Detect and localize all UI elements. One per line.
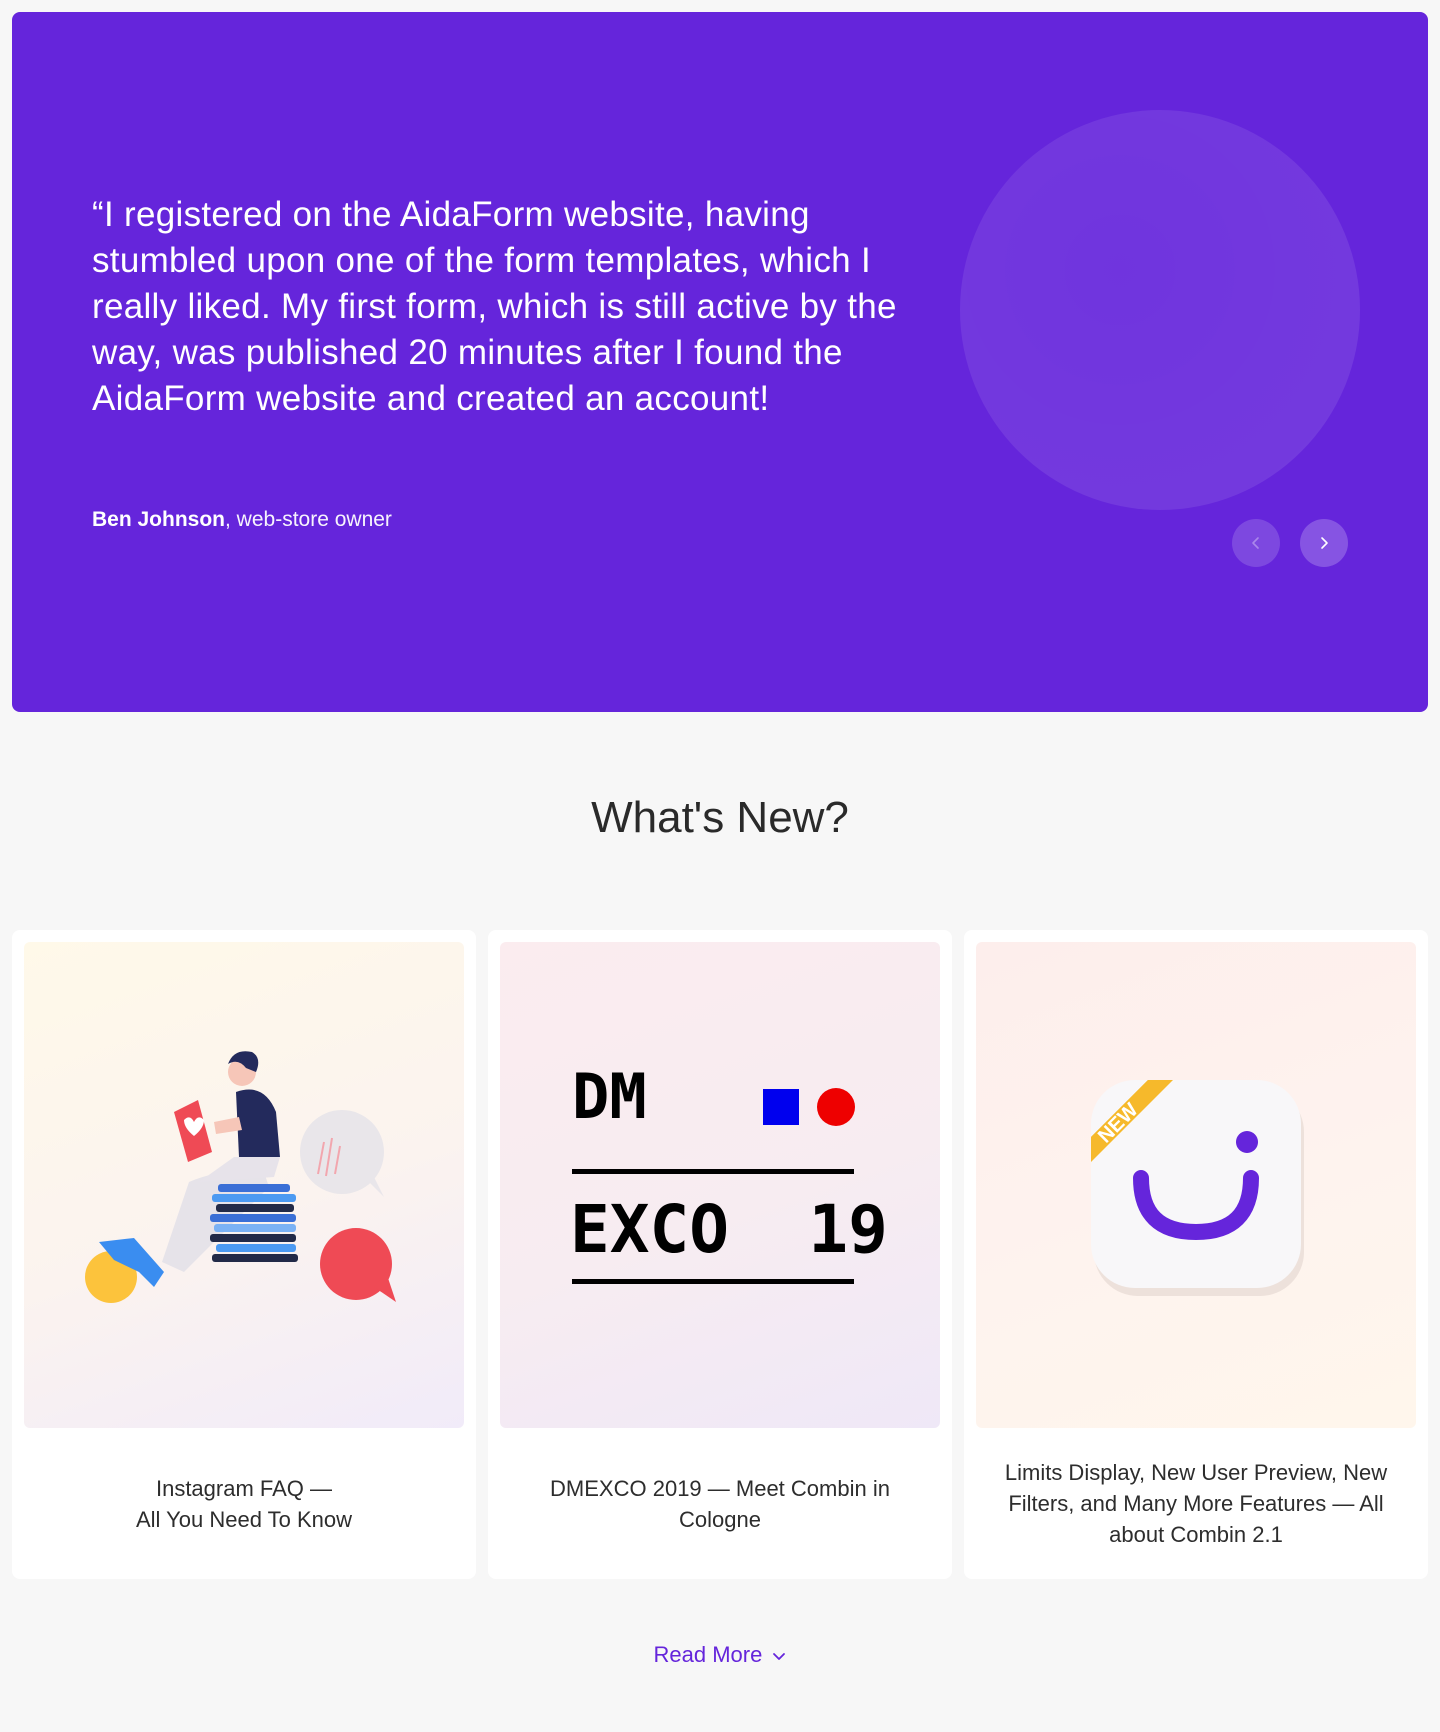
reader-illustration bbox=[24, 942, 464, 1428]
author-name: Ben Johnson bbox=[92, 508, 226, 531]
news-card-title: Instagram FAQ — All You Need To Know bbox=[42, 1428, 446, 1579]
news-card-title-text: Limits Display, New User Preview, New Fi… bbox=[1004, 1460, 1388, 1547]
news-card-title-text: Instagram FAQ — All You Need To Know bbox=[135, 1475, 353, 1532]
decorative-circle bbox=[960, 110, 1360, 510]
dmexco-logo-line1: DM bbox=[572, 1060, 647, 1133]
testimonial-quote: “I registered on the AidaForm website, h… bbox=[92, 195, 897, 418]
chevron-right-icon bbox=[1321, 537, 1328, 549]
news-card[interactable]: NEW Limits Display, New User Preview, Ne… bbox=[964, 930, 1428, 1579]
previous-testimonial-button[interactable] bbox=[1232, 519, 1280, 567]
dmexco-logo-line2: EXCO 19 bbox=[570, 1191, 888, 1268]
dmexco-logo: DM EXCO 19 bbox=[500, 942, 940, 1428]
next-testimonial-button[interactable] bbox=[1300, 519, 1348, 567]
read-more-label: Read More bbox=[653, 1642, 763, 1667]
news-card-title-text: DMEXCO 2019 — Meet Combin in Cologne bbox=[550, 1475, 890, 1532]
testimonial-author: Ben Johnson, web-store owner bbox=[92, 506, 392, 534]
news-card-title: DMEXCO 2019 — Meet Combin in Cologne bbox=[518, 1428, 922, 1579]
whats-new-title: What's New? bbox=[591, 793, 849, 842]
read-more-link[interactable]: Read More bbox=[0, 1640, 1440, 1670]
news-card[interactable]: Instagram FAQ — All You Need To Know bbox=[12, 930, 476, 1579]
testimonial-banner: “I registered on the AidaForm website, h… bbox=[12, 12, 1428, 712]
author-role: , web-store owner bbox=[225, 508, 392, 531]
chevron-down-icon bbox=[773, 1653, 786, 1661]
news-card[interactable]: DM EXCO 19 DMEXCO 2019 — Meet Combin in … bbox=[488, 930, 952, 1579]
news-card-title: Limits Display, New User Preview, New Fi… bbox=[994, 1428, 1398, 1579]
chevron-left-icon bbox=[1252, 537, 1259, 549]
combin-app-icon: NEW bbox=[976, 942, 1416, 1428]
